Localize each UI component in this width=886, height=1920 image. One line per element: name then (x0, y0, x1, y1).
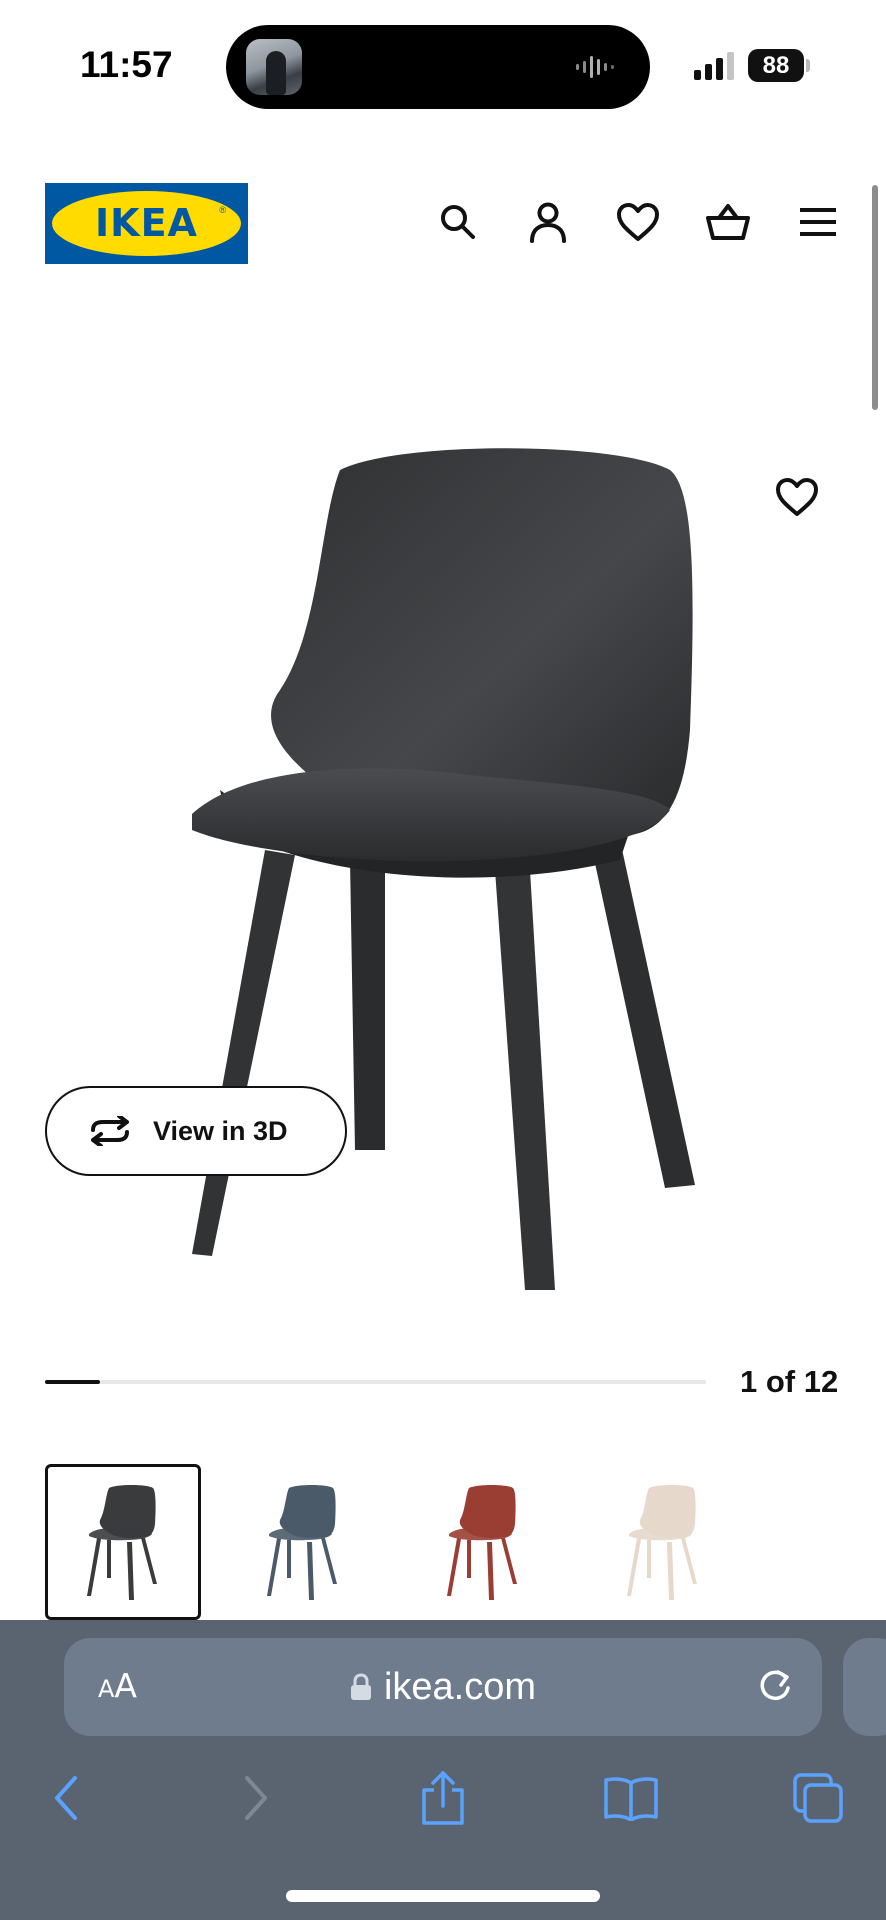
share-button[interactable] (411, 1766, 475, 1830)
bookmarks-icon (604, 1777, 658, 1821)
share-icon (422, 1771, 464, 1825)
battery-icon: 88 (748, 49, 804, 82)
account-icon[interactable] (522, 196, 574, 248)
menu-icon[interactable] (792, 196, 844, 248)
back-button[interactable] (34, 1766, 98, 1830)
thumbnail-white-beige[interactable] (585, 1464, 741, 1620)
thumbnail-anthracite[interactable] (45, 1464, 201, 1620)
chair-thumbnail-icon (87, 1485, 157, 1600)
ikea-logo[interactable]: IKEA ® (45, 183, 248, 264)
home-indicator[interactable] (286, 1890, 600, 1902)
chair-thumbnail-icon (447, 1485, 517, 1600)
gallery-counter: 1 of 12 (740, 1364, 839, 1399)
site-header: IKEA ® (0, 180, 886, 264)
browser-toolbar: AA ikea.com (0, 1620, 886, 1920)
forward-button[interactable] (224, 1766, 288, 1830)
thumbnail-red[interactable] (405, 1464, 561, 1620)
lock-icon (350, 1673, 372, 1701)
dynamic-island[interactable] (226, 25, 650, 109)
status-time: 11:57 (80, 44, 173, 85)
tabs-button[interactable] (786, 1766, 850, 1830)
thumbnail-strip[interactable] (45, 1464, 845, 1620)
signal-icon (694, 52, 734, 80)
reload-icon[interactable] (756, 1668, 794, 1706)
now-playing-thumbnail (246, 39, 302, 95)
view-in-3d-button[interactable]: View in 3D (45, 1086, 347, 1176)
battery-tip (806, 59, 810, 72)
address-bar[interactable]: AA ikea.com (64, 1638, 822, 1736)
audio-wave-icon (576, 56, 614, 78)
basket-icon[interactable] (702, 196, 754, 248)
thumbnail-blue[interactable] (225, 1464, 381, 1620)
url-text: ikea.com (383, 1665, 537, 1708)
back-icon (55, 1776, 77, 1820)
status-bar: 11:57 88 (0, 0, 886, 120)
chair-thumbnail-icon (627, 1485, 697, 1600)
favorites-icon[interactable] (612, 196, 664, 248)
view-in-3d-label: View in 3D (153, 1115, 288, 1146)
heart-icon (776, 478, 818, 516)
page-scrollbar[interactable] (872, 185, 878, 410)
favorite-button[interactable] (770, 470, 824, 524)
rotate-3d-icon (91, 1116, 129, 1146)
gallery-progress-fill (45, 1380, 101, 1384)
next-tab-preview[interactable] (843, 1638, 886, 1736)
logo-text: IKEA (95, 201, 198, 245)
forward-icon (245, 1776, 267, 1820)
chair-thumbnail-icon (267, 1485, 337, 1600)
gallery-progress-track (45, 1380, 706, 1384)
url-display[interactable]: ikea.com (64, 1638, 822, 1736)
search-icon[interactable] (432, 196, 484, 248)
bookmarks-button[interactable] (599, 1766, 663, 1830)
tabs-icon (793, 1773, 843, 1823)
